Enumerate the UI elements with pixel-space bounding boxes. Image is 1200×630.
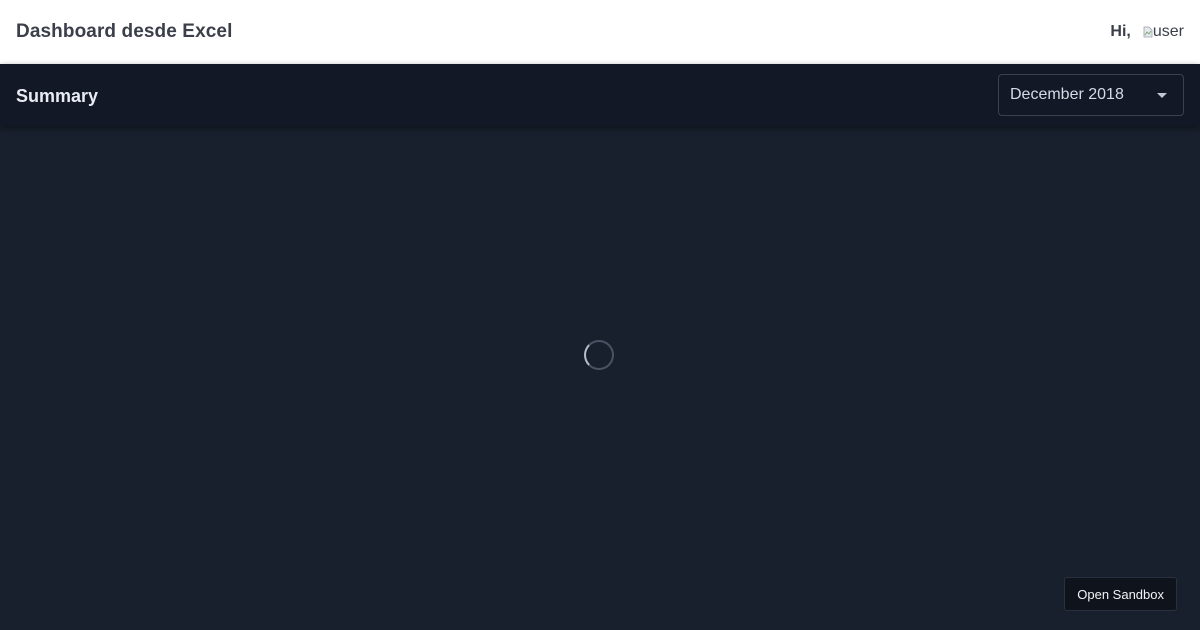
spinner-icon [584,340,614,370]
app-title: Dashboard desde Excel [16,21,233,42]
section-title: Summary [16,85,99,106]
main-content: Open Sandbox [0,126,1200,630]
summary-toolbar: Summary December 2018 [0,64,1200,126]
chevron-down-icon [1157,92,1167,98]
broken-image-icon [1143,26,1153,38]
greeting-text: Hi, [1110,23,1131,40]
avatar[interactable]: user [1143,23,1184,41]
avatar-alt-text: user [1152,23,1184,40]
user-area: Hi, user [1110,23,1184,41]
app-header: Dashboard desde Excel Hi, user [0,0,1200,64]
open-sandbox-button[interactable]: Open Sandbox [1064,577,1177,611]
month-select-value: December 2018 [1010,86,1124,103]
month-select[interactable]: December 2018 [998,74,1184,116]
